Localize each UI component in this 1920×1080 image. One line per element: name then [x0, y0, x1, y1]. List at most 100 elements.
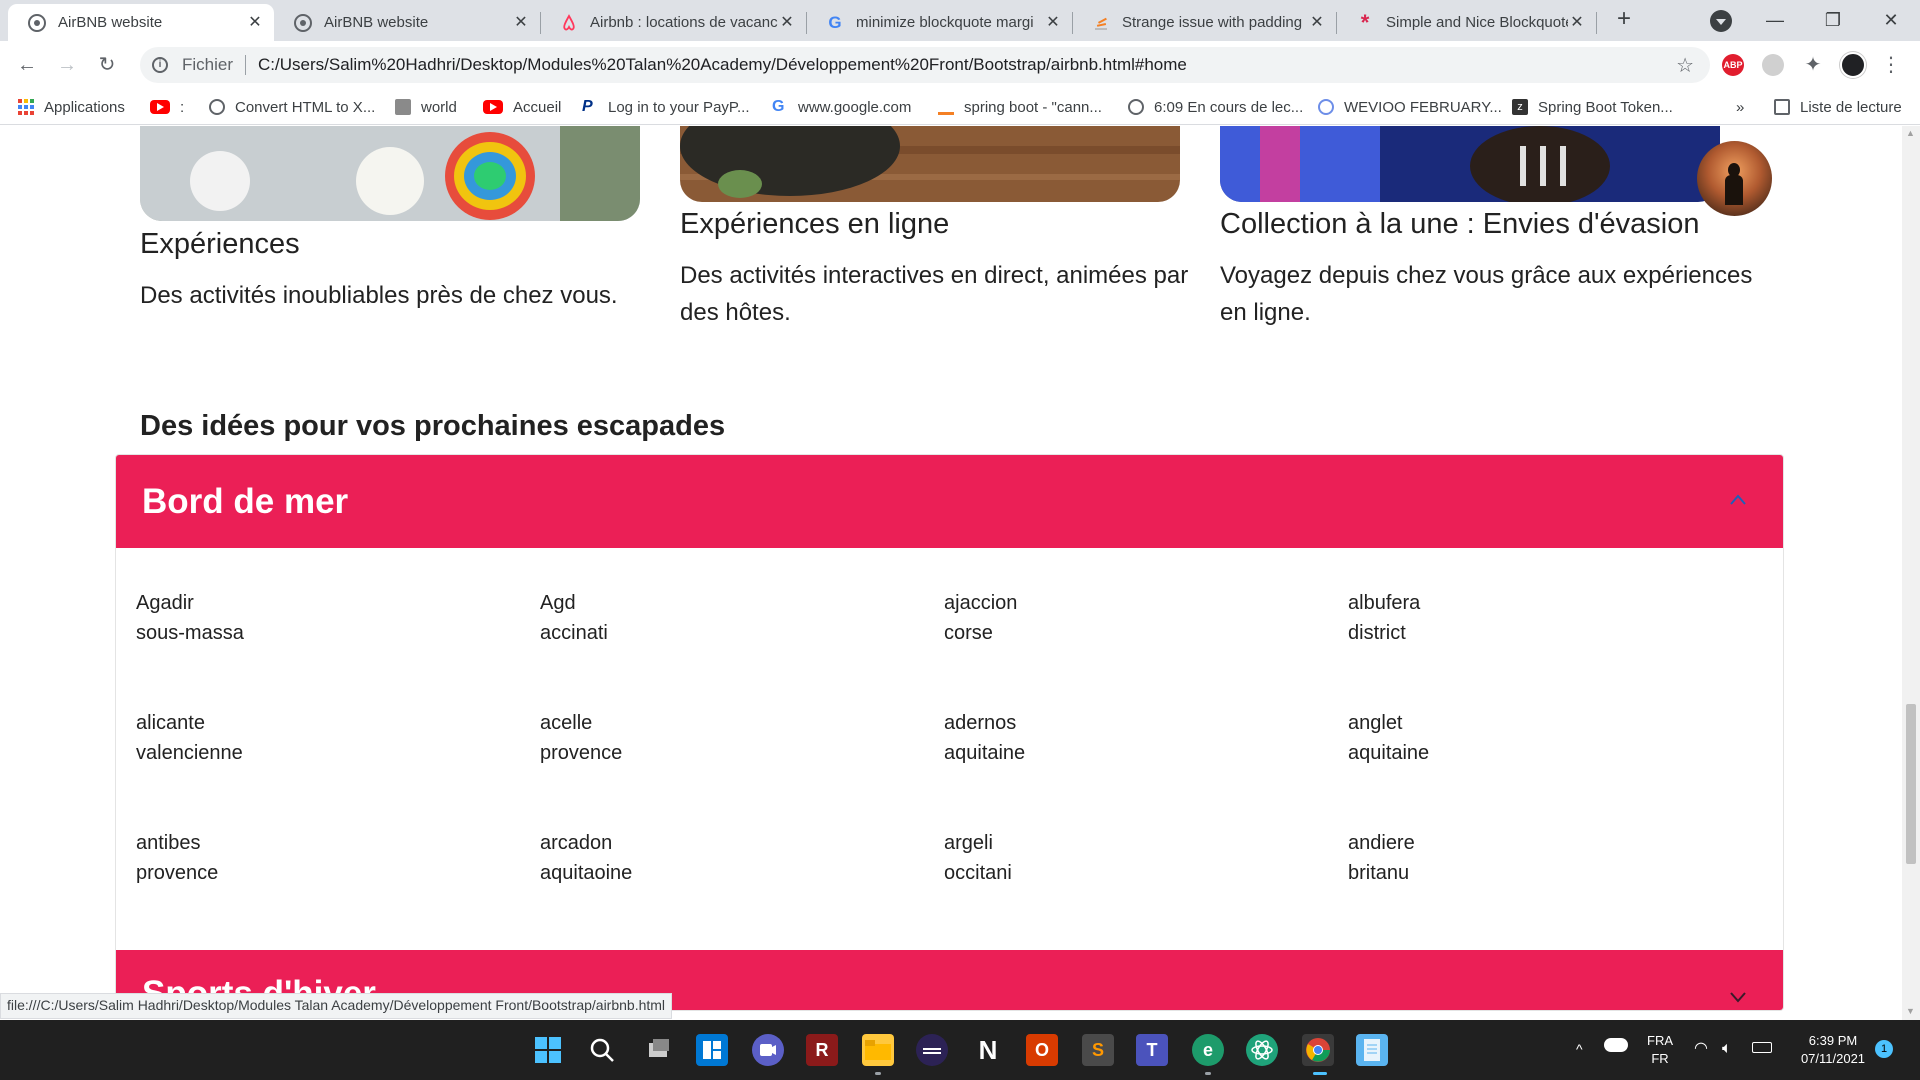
edge-dev-icon[interactable]: e	[1192, 1034, 1224, 1066]
minimize-window-button[interactable]: —	[1750, 6, 1800, 34]
destination-item[interactable]: adernos aquitaine	[944, 708, 1025, 768]
atom-icon[interactable]	[1246, 1034, 1278, 1066]
file-explorer-icon[interactable]	[862, 1034, 894, 1066]
show-hidden-icons-chevron[interactable]: ^	[1576, 1040, 1583, 1058]
widgets-icon[interactable]	[696, 1034, 728, 1066]
bookmark-world[interactable]: world	[395, 97, 457, 117]
tab-simple-blockquote[interactable]: * Simple and Nice Blockquote ✕	[1336, 4, 1596, 41]
card-desc-experiences-en-ligne: Des activités interactives en direct, an…	[680, 262, 1189, 326]
search-icon[interactable]	[586, 1034, 618, 1066]
clock[interactable]: 6:39 PM 07/11/2021	[1790, 1032, 1876, 1068]
card-title-experiences[interactable]: Expériences	[140, 228, 300, 261]
keyboard-layout: FR	[1651, 1051, 1669, 1066]
card-title-experiences-en-ligne[interactable]: Expériences en ligne	[680, 208, 949, 241]
site-info-icon[interactable]: i	[152, 57, 168, 73]
reading-list-button[interactable]: Liste de lecture	[1774, 97, 1902, 117]
experiences-en-ligne-image[interactable]	[680, 126, 1180, 202]
scroll-down-arrow-icon[interactable]: ▼	[1906, 1006, 1915, 1016]
tab-airbnb-website-active[interactable]: AirBNB website ✕	[8, 4, 274, 41]
address-url[interactable]: C:/Users/Salim%20Hadhri/Desktop/Modules%…	[258, 55, 1187, 75]
accordion-header-bord-de-mer[interactable]: Bord de mer	[116, 455, 1783, 548]
destination-item[interactable]: acelle provence	[540, 708, 622, 768]
page-scrollbar[interactable]: ▲ ▼	[1902, 126, 1920, 1020]
bookmark-paypal[interactable]: P Log in to your PayP...	[582, 97, 749, 117]
new-tab-button[interactable]: +	[1610, 6, 1638, 34]
address-bar[interactable]: i Fichier C:/Users/Salim%20Hadhri/Deskto…	[140, 47, 1710, 83]
bookmark-en-cours[interactable]: 6:09 En cours de lec...	[1128, 97, 1303, 117]
bookmark-youtube[interactable]: :	[150, 97, 184, 117]
more-bookmarks-button[interactable]: »	[1736, 97, 1744, 117]
experiences-image[interactable]	[140, 126, 640, 221]
destination-item[interactable]: alicante valencienne	[136, 708, 243, 768]
eclipse-icon[interactable]	[916, 1034, 948, 1066]
destination-item[interactable]: andiere britanu	[1348, 828, 1415, 888]
app-icon-n[interactable]: N	[972, 1034, 1004, 1066]
host-avatar[interactable]	[1697, 141, 1772, 216]
puzzle-extensions-icon[interactable]: ✦	[1802, 54, 1824, 76]
close-window-button[interactable]: ✕	[1866, 6, 1916, 34]
bookmark-convert-html[interactable]: Convert HTML to X...	[209, 97, 375, 117]
card-title-collection[interactable]: Collection à la une : Envies d'évasion	[1220, 208, 1700, 241]
app-icon-red[interactable]: R	[806, 1034, 838, 1066]
tab-search-icon[interactable]	[1710, 10, 1732, 32]
tab-airbnb-website[interactable]: AirBNB website ✕	[274, 4, 540, 41]
tab-minimize-blockquote[interactable]: G minimize blockquote margi ✕	[806, 4, 1072, 41]
close-tab-icon[interactable]: ✕	[1568, 14, 1586, 32]
youtube-icon	[483, 100, 503, 114]
onedrive-icon[interactable]	[1604, 1038, 1628, 1052]
teams-chat-icon[interactable]	[752, 1034, 784, 1066]
wifi-icon[interactable]: ◠	[1694, 1040, 1708, 1058]
adblock-extension-icon[interactable]: ABP	[1722, 54, 1744, 76]
scrollbar-thumb[interactable]	[1906, 704, 1916, 864]
bookmark-google[interactable]: G www.google.com	[772, 97, 911, 117]
restore-window-button[interactable]: ❐	[1808, 6, 1858, 34]
close-tab-icon[interactable]: ✕	[1044, 14, 1062, 32]
office-icon[interactable]: O	[1026, 1034, 1058, 1066]
destination-item[interactable]: ajaccion corse	[944, 588, 1017, 648]
back-button[interactable]: ←	[13, 51, 41, 79]
destination-item[interactable]: anglet aquitaine	[1348, 708, 1429, 768]
sublime-text-icon[interactable]: S	[1082, 1034, 1114, 1066]
destination-item[interactable]: argeli occitani	[944, 828, 1012, 888]
forward-button[interactable]: →	[53, 51, 81, 79]
language-indicator[interactable]: FRA FR	[1640, 1032, 1680, 1068]
close-tab-icon[interactable]: ✕	[246, 14, 264, 32]
task-view-icon[interactable]	[642, 1034, 674, 1066]
profile-avatar[interactable]	[1840, 52, 1866, 78]
bookmark-spring-token[interactable]: z Spring Boot Token...	[1512, 97, 1673, 117]
chevron-up-icon[interactable]	[1729, 491, 1747, 509]
notepad-icon[interactable]	[1356, 1034, 1388, 1066]
teams-icon[interactable]: T	[1136, 1034, 1168, 1066]
destination-item[interactable]: arcadon aquitaoine	[540, 828, 632, 888]
collection-image[interactable]	[1220, 126, 1720, 202]
bookmark-label: Applications	[44, 98, 125, 116]
scroll-up-arrow-icon[interactable]: ▲	[1906, 128, 1915, 138]
chrome-icon[interactable]	[1302, 1034, 1334, 1066]
bookmark-wevioo[interactable]: WEVIOO FEBRUARY...	[1318, 97, 1502, 117]
menu-icon[interactable]: ⋮	[1880, 54, 1902, 76]
close-tab-icon[interactable]: ✕	[512, 14, 530, 32]
globe-icon	[28, 13, 46, 32]
destination-item[interactable]: albufera district	[1348, 588, 1420, 648]
bookmark-applications[interactable]: Applications	[18, 97, 125, 117]
chevron-down-icon[interactable]	[1729, 988, 1747, 1006]
destination-region: aquitaoine	[540, 862, 633, 884]
reload-button[interactable]: ↻	[93, 51, 121, 79]
destination-city: andiere	[1348, 832, 1415, 854]
destination-item[interactable]: Agd accinati	[540, 588, 608, 648]
notification-badge[interactable]: 1	[1875, 1040, 1893, 1058]
start-menu-icon[interactable]	[532, 1034, 564, 1066]
bookmark-star-icon[interactable]: ☆	[1676, 53, 1694, 78]
bookmark-spring-boot[interactable]: spring boot - "cann...	[938, 97, 1102, 117]
close-tab-icon[interactable]: ✕	[1308, 14, 1326, 32]
bookmark-accueil[interactable]: Accueil	[483, 97, 561, 117]
destination-item[interactable]: antibes provence	[136, 828, 218, 888]
tab-airbnb-locations[interactable]: Airbnb : locations de vacanc ✕	[540, 4, 806, 41]
destination-item[interactable]: Agadir sous-massa	[136, 588, 244, 648]
close-tab-icon[interactable]: ✕	[778, 14, 796, 32]
battery-icon[interactable]	[1752, 1042, 1772, 1053]
extension-icon[interactable]	[1762, 54, 1784, 76]
tab-strange-issue[interactable]: Strange issue with padding ✕	[1072, 4, 1336, 41]
volume-icon[interactable]: 🔈︎	[1722, 1040, 1732, 1058]
destination-region: sous-massa	[136, 622, 244, 644]
